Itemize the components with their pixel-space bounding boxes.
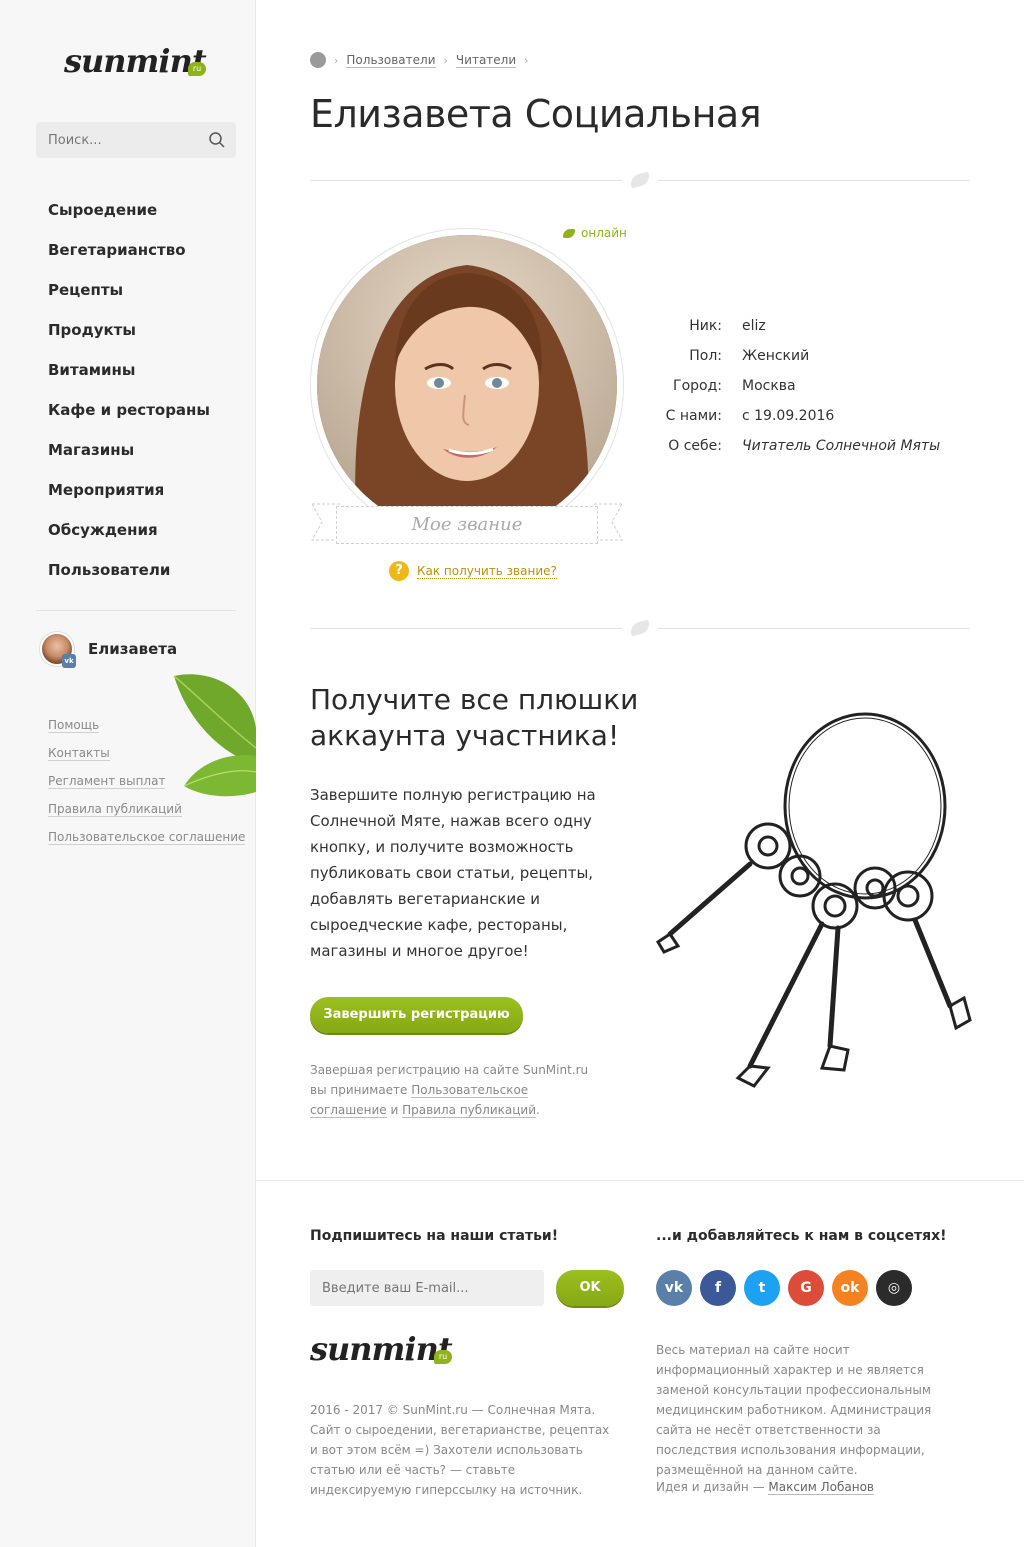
- info-row-gender: Пол: Женский: [689, 348, 810, 364]
- vk-icon[interactable]: vk: [656, 1270, 692, 1306]
- online-leaf-icon: [563, 228, 575, 238]
- breadcrumb: › Пользователи › Читатели ›: [310, 50, 537, 70]
- google-icon[interactable]: G: [788, 1270, 824, 1306]
- rank-help-link[interactable]: ? Как получить звание?: [389, 561, 557, 581]
- chevron-right-icon: ›: [443, 53, 448, 67]
- social-title: ...и добавляйтесь к нам в соцсетях!: [656, 1228, 947, 1244]
- logo-text: sunmint: [64, 42, 207, 80]
- about-text: Сайт о сыроедении, вегетарианстве, рецеп…: [310, 1423, 610, 1497]
- copyright-text: 2016 - 2017 © SunMint.ru — Солнечная Мят…: [310, 1403, 596, 1417]
- odnoklassniki-icon[interactable]: ok: [832, 1270, 868, 1306]
- nav-item-events[interactable]: Мероприятия: [48, 478, 210, 518]
- designer-link[interactable]: Максим Лобанов: [768, 1480, 875, 1495]
- leaf-icon: [628, 171, 652, 189]
- breadcrumb-users[interactable]: Пользователи: [346, 53, 436, 68]
- nav-item-cafes[interactable]: Кафе и рестораны: [48, 398, 210, 438]
- chevron-right-icon: ›: [524, 53, 529, 67]
- nav-item-raw-food[interactable]: Сыроедение: [48, 198, 210, 238]
- info-row-about: О себе: Читатель Солнечной Мяты: [668, 438, 941, 454]
- sidebar-divider: [36, 610, 236, 611]
- page-title: Елизавета Социальная: [310, 92, 762, 136]
- link-help[interactable]: Помощь: [48, 718, 245, 746]
- nav-item-vegetarianism[interactable]: Вегетарианство: [48, 238, 210, 278]
- rank-label: Мое звание: [336, 506, 598, 544]
- section-divider: [310, 619, 970, 637]
- breadcrumb-readers[interactable]: Читатели: [455, 53, 517, 68]
- link-user-agreement[interactable]: Пользовательское соглашение: [48, 830, 246, 858]
- site-logo[interactable]: sunmint ru: [64, 40, 214, 92]
- promo-title: Получите все плюшки аккаунта участника!: [310, 683, 639, 752]
- search-input[interactable]: [36, 122, 196, 158]
- nav-item-products[interactable]: Продукты: [48, 318, 210, 358]
- legal-note: Завершая регистрацию на сайте SunMint.ru…: [310, 1063, 589, 1118]
- logo-badge: ru: [434, 1350, 452, 1364]
- twitter-icon[interactable]: t: [744, 1270, 780, 1306]
- online-status: онлайн: [563, 226, 627, 240]
- link-publishing-rules[interactable]: Правила публикаций: [48, 802, 245, 830]
- finish-registration-button[interactable]: Завершить регистрацию: [310, 997, 523, 1033]
- email-input[interactable]: [310, 1270, 544, 1306]
- copyright-block: 2016 - 2017 © SunMint.ru — Солнечная Мят…: [310, 1400, 620, 1500]
- nav-item-recipes[interactable]: Рецепты: [48, 278, 210, 318]
- link-payout-rules[interactable]: Регламент выплат: [48, 774, 245, 802]
- section-divider: [310, 171, 970, 189]
- logo-text: sunmint: [310, 1330, 453, 1368]
- portrait-image: [317, 235, 617, 535]
- footer-divider: [256, 1180, 1024, 1181]
- search-box: [36, 122, 236, 158]
- subscribe-title: Подпишитесь на наши статьи!: [310, 1228, 559, 1244]
- search-icon[interactable]: [208, 131, 226, 149]
- sidebar-footer-links: Помощь Контакты Регламент выплат Правила…: [48, 718, 246, 858]
- publishing-rules-link[interactable]: Правила публикаций: [402, 1103, 536, 1118]
- nav-item-vitamins[interactable]: Витамины: [48, 358, 210, 398]
- leaf-icon: [628, 619, 652, 637]
- social-links: vk f t G ok ◎: [656, 1270, 920, 1306]
- design-credit: Идея и дизайн — Максим Лобанов: [656, 1480, 875, 1495]
- instagram-icon[interactable]: ◎: [876, 1270, 912, 1306]
- question-icon: ?: [389, 561, 409, 581]
- footer-logo[interactable]: sunmint ru: [310, 1328, 460, 1380]
- nav-item-discussions[interactable]: Обсуждения: [48, 518, 210, 558]
- vk-badge-icon: vk: [62, 654, 76, 668]
- keys-illustration: [655, 712, 972, 1088]
- sidebar: sunmint ru Сыроедение Вегетарианство Рец…: [0, 0, 256, 1547]
- user-name: Елизавета: [88, 640, 178, 658]
- rank-ribbon[interactable]: Мое звание: [310, 502, 624, 544]
- main-nav: Сыроедение Вегетарианство Рецепты Продук…: [48, 198, 210, 598]
- nav-item-users[interactable]: Пользователи: [48, 558, 210, 598]
- profile-avatar: [317, 235, 617, 535]
- current-user[interactable]: vk Елизавета: [40, 632, 230, 668]
- nav-item-shops[interactable]: Магазины: [48, 438, 210, 478]
- chevron-right-icon: ›: [334, 53, 339, 67]
- info-row-nick: Ник: eliz: [689, 318, 766, 334]
- home-globe-icon[interactable]: [310, 52, 326, 68]
- logo-badge: ru: [188, 62, 206, 76]
- profile-info: Ник: eliz Пол: Женский Город: Москва С н…: [660, 314, 941, 464]
- promo-text: Завершите полную регистрацию на Солнечно…: [310, 786, 596, 960]
- facebook-icon[interactable]: f: [700, 1270, 736, 1306]
- info-row-joined: С нами: с 19.09.2016: [665, 408, 835, 424]
- subscribe-ok-button[interactable]: OK: [556, 1270, 624, 1306]
- disclaimer-text: Весь материал на сайте носит информацион…: [656, 1343, 932, 1477]
- link-contacts[interactable]: Контакты: [48, 746, 245, 774]
- info-row-city: Город: Москва: [673, 378, 796, 394]
- profile-avatar-frame: [310, 228, 624, 542]
